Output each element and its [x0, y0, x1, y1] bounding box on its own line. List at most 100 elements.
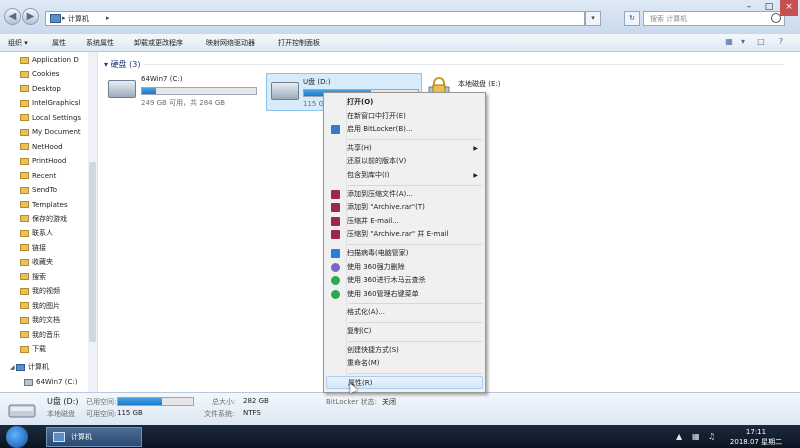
drive-size: 249 GB 可用，共 284 GB: [141, 99, 226, 107]
menu-item[interactable]: 使用 360进行木马云查杀: [326, 274, 483, 287]
properties-button[interactable]: 属性: [52, 38, 66, 48]
menu-item[interactable]: 启用 BitLocker(B)...: [326, 123, 483, 136]
nav-item[interactable]: Application D: [6, 54, 92, 67]
menu-item[interactable]: 创建快捷方式(S): [326, 344, 483, 357]
forward-button[interactable]: ▶: [22, 8, 39, 25]
minimize-button[interactable]: –: [740, 0, 758, 16]
address-bar[interactable]: ▸ 计算机 ▸: [45, 11, 585, 26]
system-properties-button[interactable]: 系统属性: [86, 38, 114, 48]
menu-separator: [348, 303, 482, 305]
menu-separator: [348, 138, 482, 140]
menu-item[interactable]: 添加到压缩文件(A)...: [326, 188, 483, 201]
chevron-down-icon[interactable]: ◢: [10, 361, 15, 374]
command-bar: 组织 ▾ 属性 系统属性 卸载或更改程序 映射网络驱动器 打开控制面板 ▦ ▾ …: [0, 34, 800, 52]
help-icon[interactable]: ?: [776, 37, 786, 47]
chevron-down-icon[interactable]: ▾: [104, 60, 108, 69]
search-placeholder: 搜索 计算机: [650, 15, 688, 23]
menu-item[interactable]: 复制(C): [326, 325, 483, 338]
drive-size: 115 G: [303, 100, 325, 108]
menu-item[interactable]: 共享(H) ▶: [326, 142, 483, 155]
nav-scrollbar-thumb[interactable]: [89, 162, 96, 342]
menu-item[interactable]: 使用 360强力删除: [326, 261, 483, 274]
nav-item[interactable]: 我的视频: [6, 285, 92, 298]
nav-item[interactable]: Templates: [6, 199, 92, 212]
nav-item[interactable]: 链接: [6, 242, 92, 255]
menu-item[interactable]: 格式化(A)...: [326, 306, 483, 319]
nav-item-drive-c[interactable]: 64Win7 (C:): [6, 376, 92, 389]
details-used-label: 已用空间:: [86, 398, 117, 406]
nav-item[interactable]: 我的图片: [6, 300, 92, 313]
details-free-value: 115 GB: [117, 409, 143, 417]
details-type: 本地磁盘: [47, 410, 75, 418]
breadcrumb-computer[interactable]: 计算机: [68, 14, 89, 24]
usb-drive-icon: [271, 82, 299, 100]
refresh-button[interactable]: ↻: [624, 11, 640, 26]
group-divider: [144, 64, 784, 65]
start-button[interactable]: [6, 426, 28, 448]
shield-blue-icon: [331, 249, 340, 258]
nav-item[interactable]: 联系人: [6, 227, 92, 240]
nav-item[interactable]: NetHood: [6, 141, 92, 154]
details-free-label: 可用空间:: [86, 410, 117, 418]
nav-item[interactable]: SendTo: [6, 184, 92, 197]
menu-item[interactable]: 添加到 "Archive.rar"(T): [326, 201, 483, 214]
menu-item[interactable]: 使用 360管理右键菜单: [326, 288, 483, 301]
menu-item[interactable]: 扫描病毒(电脑管家): [326, 247, 483, 260]
preview-pane-icon[interactable]: □: [756, 37, 766, 47]
nav-item[interactable]: 我的音乐: [6, 329, 92, 342]
tray-up-arrow-icon[interactable]: ▲: [676, 432, 682, 441]
details-total-label: 总大小:: [212, 398, 236, 406]
address-dropdown-button[interactable]: ▾: [585, 11, 601, 26]
nav-scrollbar[interactable]: [88, 52, 97, 392]
submenu-arrow-icon: ▶: [473, 144, 478, 152]
folder-icon: [20, 201, 29, 208]
menu-item[interactable]: 还原以前的版本(V): [326, 155, 483, 168]
uninstall-program-button[interactable]: 卸载或更改程序: [134, 38, 183, 48]
menu-item[interactable]: 压缩并 E-mail...: [326, 215, 483, 228]
menu-item[interactable]: 压缩到 "Archive.rar" 并 E-mail: [326, 228, 483, 241]
taskbar-explorer-button[interactable]: 计算机: [46, 427, 142, 447]
nav-item[interactable]: My Document: [6, 126, 92, 139]
nav-item-computer[interactable]: ◢ 计算机: [6, 361, 92, 374]
folder-icon: [20, 215, 29, 223]
back-button[interactable]: ◀: [4, 8, 21, 25]
nav-item[interactable]: PrintHood: [6, 155, 92, 168]
menu-item[interactable]: 包含到库中(I) ▶: [326, 169, 483, 182]
nav-item[interactable]: 收藏夹: [6, 256, 92, 269]
nav-item[interactable]: 下载: [6, 343, 92, 356]
details-drive-name: U盘 (D:): [47, 397, 79, 406]
menu-item[interactable]: 打开(O): [326, 96, 483, 109]
folder-icon: [20, 128, 29, 136]
nav-item[interactable]: IntelGraphicsl: [6, 97, 92, 110]
menu-item[interactable]: 在新窗口中打开(E): [326, 110, 483, 123]
360-delete-icon: [331, 262, 340, 272]
nav-item[interactable]: 我的文档: [6, 314, 92, 327]
nav-item[interactable]: Cookies: [6, 68, 92, 81]
nav-item[interactable]: Recent: [6, 170, 92, 183]
context-menu: 打开(O) 在新窗口中打开(E) 启用 BitLocker(B)... 共享(H) ▶ 还…: [323, 92, 486, 393]
computer-icon: [53, 432, 65, 442]
network-icon[interactable]: ▦: [692, 432, 700, 441]
drive-c[interactable]: 64Win7 (C:) 249 GB 可用，共 284 GB: [108, 72, 268, 112]
organize-button[interactable]: 组织 ▾: [8, 38, 28, 48]
menu-item[interactable]: 重命名(M): [326, 357, 483, 370]
view-options-icon[interactable]: ▦: [724, 37, 734, 47]
clock[interactable]: 17:11 2018.07 星期二: [728, 427, 784, 447]
winrar-icon: [331, 203, 340, 213]
open-control-panel-button[interactable]: 打开控制面板: [278, 38, 320, 48]
nav-item[interactable]: Desktop: [6, 83, 92, 96]
folder-icon: [20, 244, 29, 252]
close-button[interactable]: ×: [780, 0, 798, 16]
folder-icon: [20, 273, 29, 281]
volume-icon[interactable]: ♫: [708, 432, 715, 441]
shield-icon: [331, 125, 340, 135]
drive-name: U盘 (D:): [303, 78, 331, 86]
nav-item[interactable]: 保存的游戏: [6, 213, 92, 226]
group-header-hard-disks[interactable]: ▾ 硬盘 (3): [104, 59, 784, 70]
folder-icon: [20, 56, 29, 64]
chevron-down-icon[interactable]: ▾: [738, 37, 748, 47]
nav-item[interactable]: 搜索: [6, 271, 92, 284]
maximize-button[interactable]: □: [760, 0, 778, 16]
map-network-drive-button[interactable]: 映射网络驱动器: [206, 38, 255, 48]
nav-item[interactable]: Local Settings: [6, 112, 92, 125]
